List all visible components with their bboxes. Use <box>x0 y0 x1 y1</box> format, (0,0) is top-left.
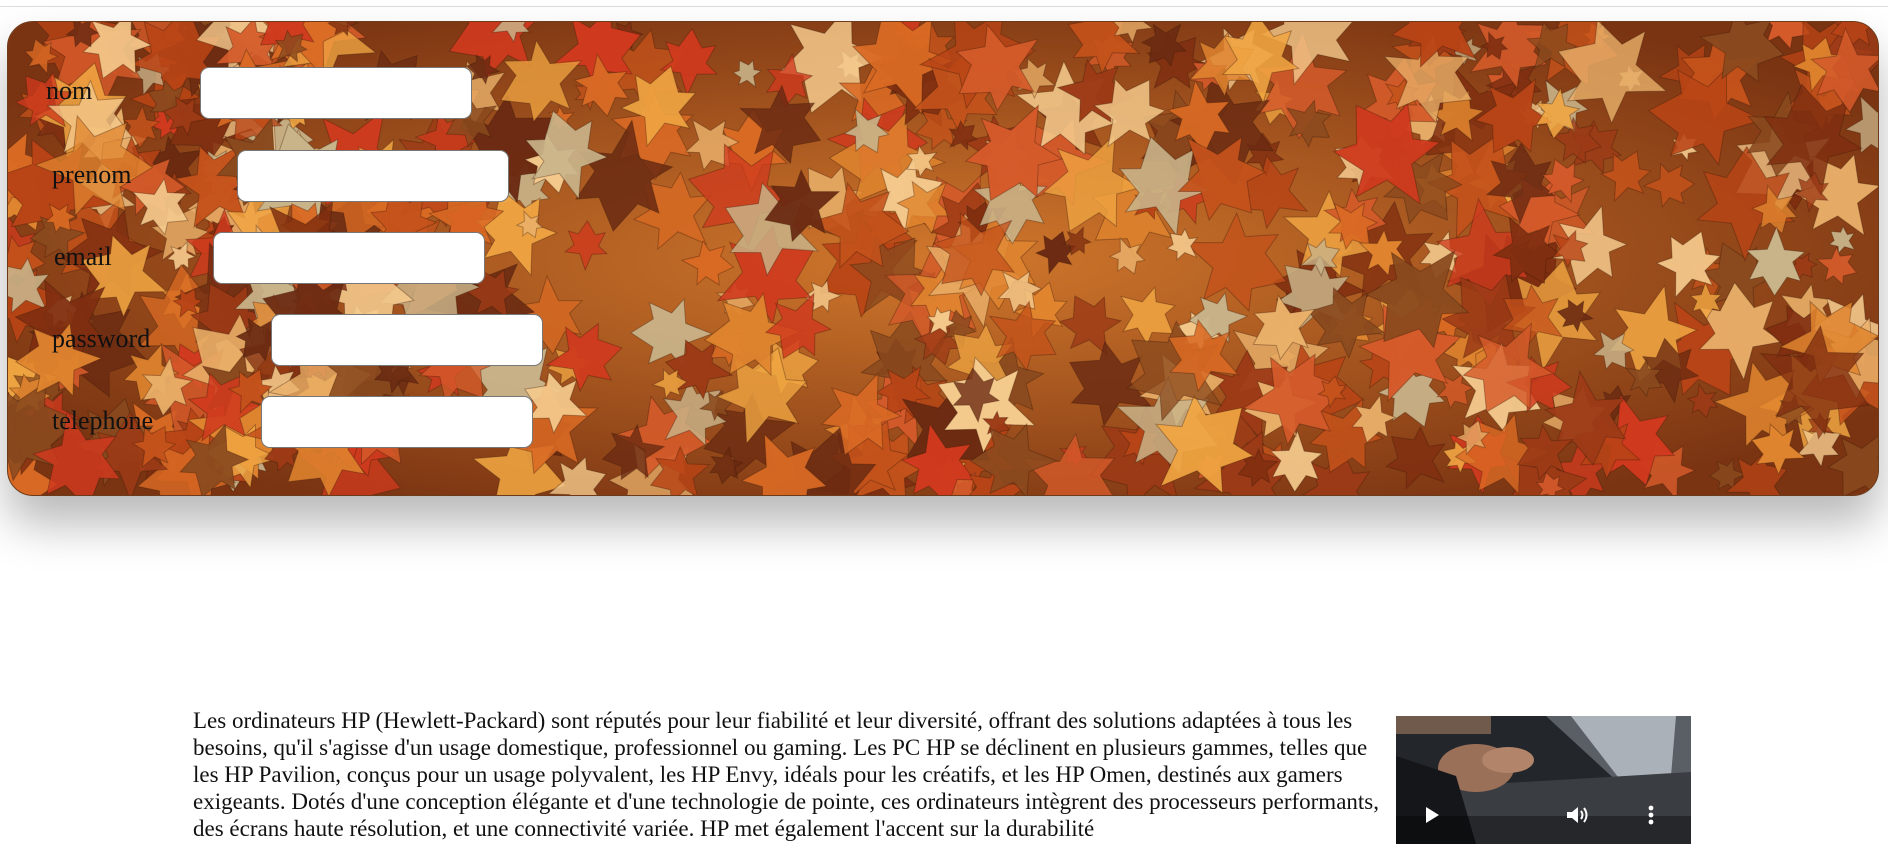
password-label: password <box>52 324 151 353</box>
hp-article-text: Les ordinateurs HP (Hewlett-Packard) son… <box>193 708 1379 841</box>
volume-icon <box>1567 807 1588 823</box>
password-input[interactable] <box>271 314 543 366</box>
telephone-label: telephone <box>52 406 154 435</box>
nom-label: nom <box>46 76 93 105</box>
nom-input[interactable] <box>200 67 472 119</box>
play-icon <box>1426 807 1439 823</box>
email-input[interactable] <box>213 232 485 284</box>
more-options-button[interactable] <box>1636 800 1666 830</box>
prenom-input[interactable] <box>237 150 509 202</box>
email-label: email <box>54 242 112 271</box>
autumn-leaves-form-banner: nom prenom email password telephone <box>7 21 1879 496</box>
volume-button[interactable] <box>1563 800 1593 830</box>
telephone-input[interactable] <box>261 396 533 448</box>
play-button[interactable] <box>1417 800 1447 830</box>
video-player[interactable] <box>1396 716 1691 844</box>
more-vertical-icon <box>1648 805 1654 825</box>
prenom-label: prenom <box>52 160 132 189</box>
top-divider <box>0 6 1888 7</box>
